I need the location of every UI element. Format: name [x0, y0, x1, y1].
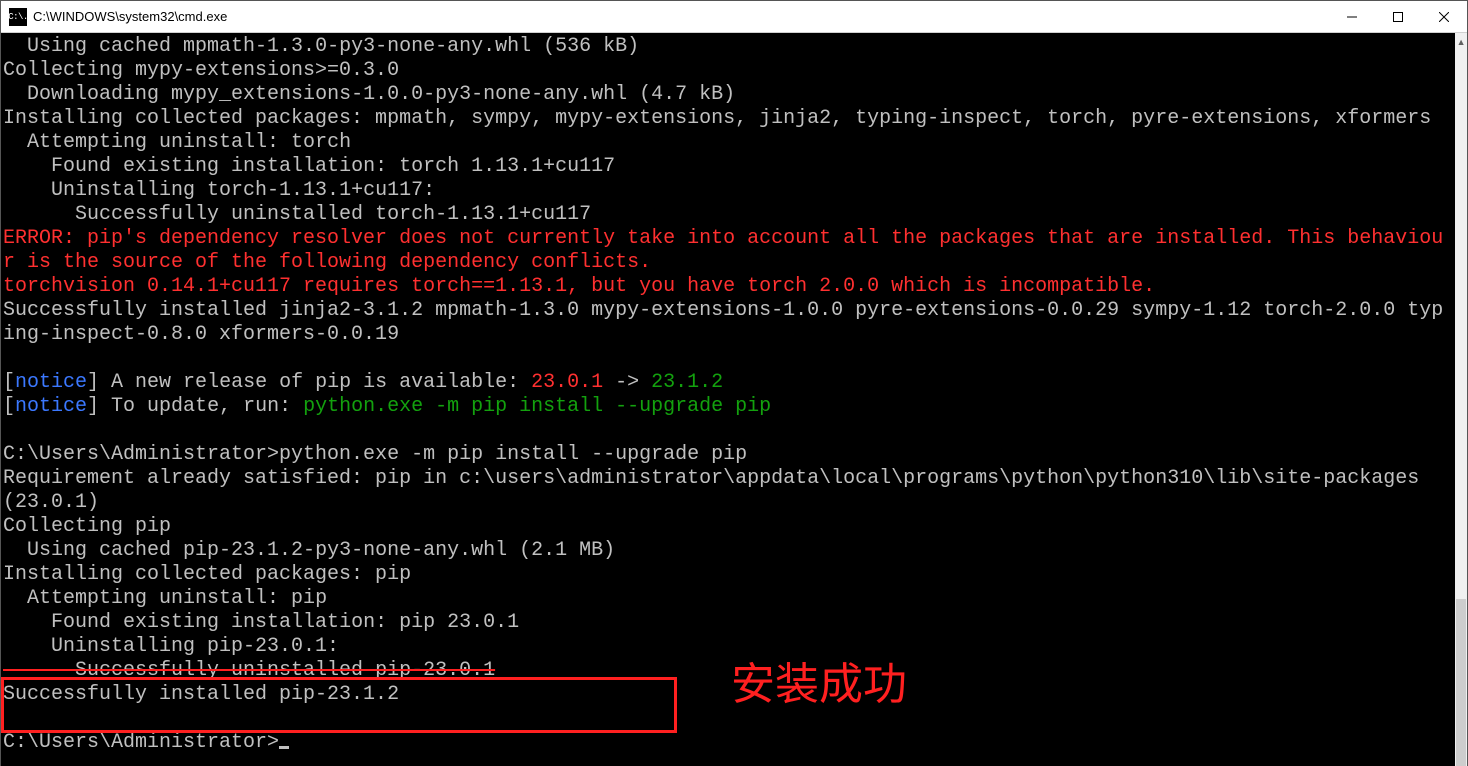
output-line: Attempting uninstall: pip [3, 587, 327, 610]
output-line: Using cached mpmath-1.3.0-py3-none-any.w… [3, 35, 639, 58]
upgrade-command: python.exe -m pip install --upgrade pip [303, 395, 771, 418]
output-line: Downloading mypy_extensions-1.0.0-py3-no… [3, 83, 735, 106]
arrow: -> [603, 371, 651, 394]
old-version: 23.0.1 [531, 371, 603, 394]
new-version: 23.1.2 [651, 371, 723, 394]
bracket: ] [87, 371, 111, 394]
annotation-label: 安装成功 [731, 673, 907, 697]
vertical-scrollbar[interactable]: ▲ ▼ [1455, 33, 1467, 766]
notice-text: A new release of pip is available: [111, 371, 531, 394]
output-line: Collecting mypy-extensions>=0.3.0 [3, 59, 399, 82]
output-line: Attempting uninstall: torch [3, 131, 351, 154]
typed-command: python.exe -m pip install --upgrade pip [279, 443, 747, 466]
output-line: Collecting pip [3, 515, 171, 538]
output-line: Using cached pip-23.1.2-py3-none-any.whl… [3, 539, 615, 562]
minimize-button[interactable] [1329, 1, 1375, 33]
maximize-button[interactable] [1375, 1, 1421, 33]
output-line: Found existing installation: pip 23.0.1 [3, 611, 519, 634]
cmd-icon: C:\. [9, 8, 27, 26]
output-line: Successfully uninstalled pip-23.0.1 [3, 659, 495, 682]
output-line: Installing collected packages: mpmath, s… [3, 107, 1431, 130]
output-line: Installing collected packages: pip [3, 563, 411, 586]
notice-label: notice [15, 395, 87, 418]
scrollbar-track[interactable] [1455, 50, 1467, 766]
prompt: C:\Users\Administrator> [3, 731, 279, 754]
notice-label: notice [15, 371, 87, 394]
notice-text: To update, run: [111, 395, 303, 418]
window-title: C:\WINDOWS\system32\cmd.exe [33, 9, 227, 24]
close-button[interactable] [1421, 1, 1467, 33]
prompt: C:\Users\Administrator> [3, 443, 279, 466]
scroll-up-icon[interactable]: ▲ [1455, 33, 1467, 50]
titlebar[interactable]: C:\. C:\WINDOWS\system32\cmd.exe [1, 1, 1467, 33]
output-line: Uninstalling pip-23.0.1: [3, 635, 339, 658]
success-line: Successfully installed pip-23.1.2 [3, 683, 399, 706]
error-line: ERROR: pip's dependency resolver does no… [3, 227, 1443, 274]
terminal-output[interactable]: Using cached mpmath-1.3.0-py3-none-any.w… [1, 33, 1455, 766]
app-window: C:\. C:\WINDOWS\system32\cmd.exe Using c… [0, 0, 1468, 766]
client-area: Using cached mpmath-1.3.0-py3-none-any.w… [1, 33, 1467, 766]
bracket: ] [87, 395, 111, 418]
cursor [279, 746, 289, 749]
output-line: Uninstalling torch-1.13.1+cu117: [3, 179, 435, 202]
output-line: Successfully uninstalled torch-1.13.1+cu… [3, 203, 591, 226]
output-line: Requirement already satisfied: pip in c:… [3, 467, 1431, 514]
bracket: [ [3, 395, 15, 418]
bracket: [ [3, 371, 15, 394]
error-line: torchvision 0.14.1+cu117 requires torch=… [3, 275, 1155, 298]
scrollbar-thumb[interactable] [1456, 599, 1466, 766]
output-line: Found existing installation: torch 1.13.… [3, 155, 615, 178]
output-line: Successfully installed jinja2-3.1.2 mpma… [3, 299, 1443, 346]
